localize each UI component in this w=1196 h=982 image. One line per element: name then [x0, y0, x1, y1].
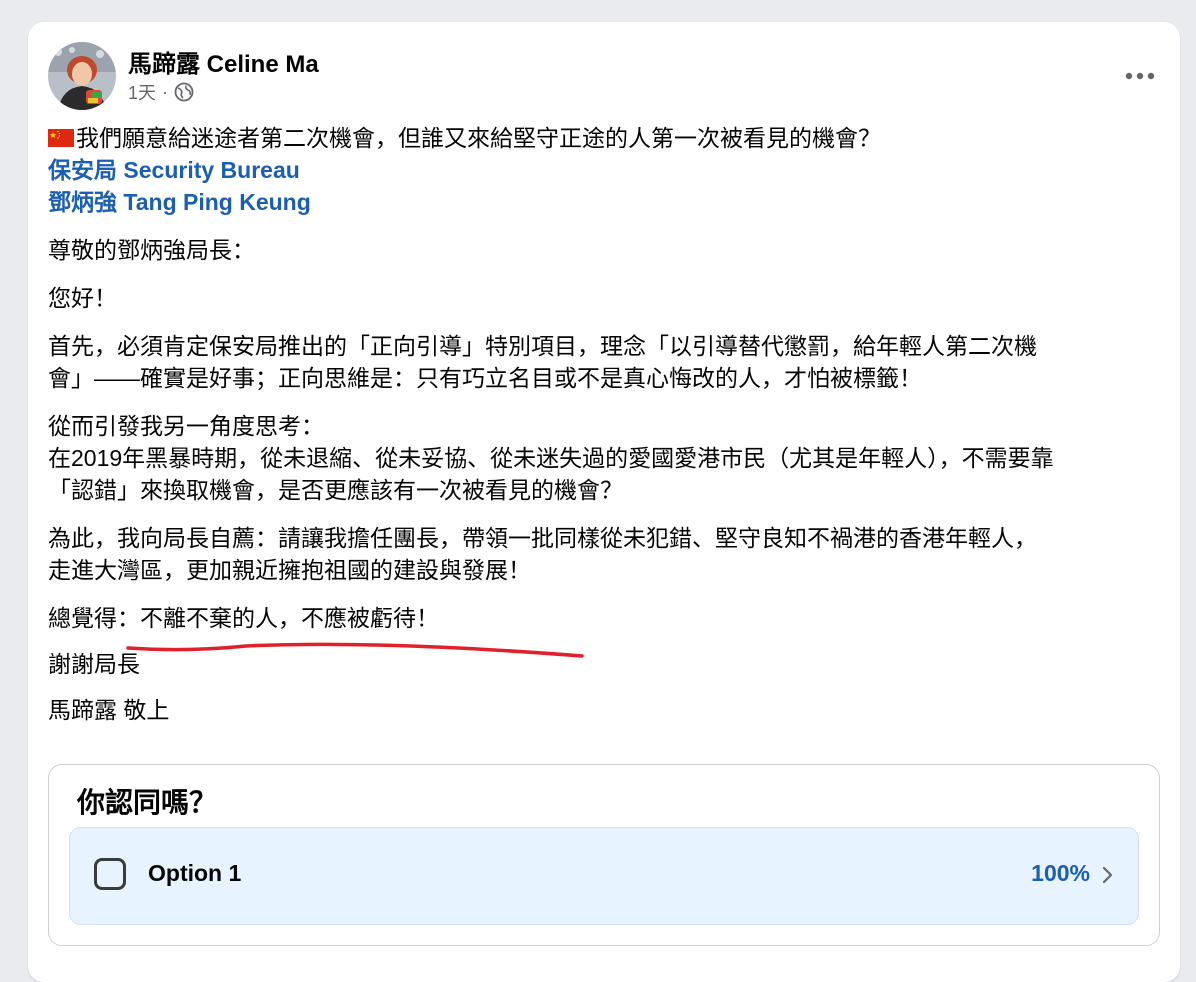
poll-option-percent: 100%: [1031, 860, 1090, 886]
china-flag-icon: [48, 129, 74, 147]
poll-option-label: Option 1: [148, 860, 242, 886]
paragraph-line: 從而引發我另一角度思考：: [48, 413, 324, 439]
paragraph-line: 為此，我向局長自薦：請讓我擔任團長，帶領一批同樣從未犯錯、堅守良知不禍港的香港年…: [48, 525, 1037, 551]
author-name[interactable]: 馬蹄露 Celine Ma: [128, 44, 319, 79]
tag-security-bureau[interactable]: 保安局 Security Bureau: [48, 157, 300, 183]
paragraph-3: 為此，我向局長自薦：請讓我擔任團長，帶領一批同樣從未犯錯、堅守良知不禍港的香港年…: [48, 522, 1160, 586]
paragraph-line: 會」——確實是好事；正向思維是：只有巧立名目或不是真心悔改的人，才怕被標籤！: [48, 365, 922, 391]
hello-text: 您好！: [48, 285, 117, 311]
poll-option-1[interactable]: Option 1 100%: [69, 827, 1139, 925]
paragraph-line: 在2019年黑暴時期，從未退縮、從未妥協、從未迷失過的愛國愛港市民（尤其是年輕人…: [48, 445, 1054, 471]
poll-question: 你認同嗎？: [77, 787, 218, 818]
meta-separator: ·: [162, 81, 169, 102]
post-title: 我們願意給迷途者第二次機會，但誰又來給堅守正途的人第一次被看見的機會？: [76, 125, 881, 151]
paragraph-line: 走進大灣區，更加親近擁抱祖國的建設與發展！: [48, 557, 531, 583]
paragraph-4: 總覺得：不離不棄的人，不應被虧待！: [48, 605, 439, 631]
poll-card: 你認同嗎？ Option 1 100%: [48, 764, 1160, 946]
paragraph-2: 從而引發我另一角度思考： 在2019年黑暴時期，從未退縮、從未妥協、從未迷失過的…: [48, 410, 1160, 506]
post-body: 我們願意給迷途者第二次機會，但誰又來給堅守正途的人第一次被看見的機會？ 保安局 …: [48, 122, 1160, 726]
paragraph-line: 首先，必須肯定保安局推出的「正向引導」特別項目，理念「以引導替代懲罰，給年輕人第…: [48, 333, 1037, 359]
post-header: 馬蹄露 Celine Ma 1天 ·: [48, 42, 1160, 114]
chevron-right-icon[interactable]: [1100, 864, 1116, 886]
paragraph-1: 首先，必須肯定保安局推出的「正向引導」特別項目，理念「以引導替代懲罰，給年輕人第…: [48, 330, 1160, 394]
post-meta: 1天 ·: [128, 80, 194, 104]
tag-tang-ping-keung[interactable]: 鄧炳強 Tang Ping Keung: [48, 189, 311, 215]
post-timestamp[interactable]: 1天: [128, 79, 156, 105]
poll-option-checkbox[interactable]: [94, 858, 126, 890]
more-horizontal-icon: [1125, 72, 1155, 80]
author-avatar[interactable]: [48, 42, 116, 110]
signature-text: 馬蹄露 敬上: [48, 697, 170, 723]
post-card: 馬蹄露 Celine Ma 1天 · 我們願意給迷途者第二次機會，但誰又來給堅守…: [28, 22, 1180, 982]
paragraph-line: 「認錯」來換取機會，是否更應該有一次被看見的機會？: [48, 477, 623, 503]
more-options-button[interactable]: [1120, 56, 1160, 96]
post-title-line: 我們願意給迷途者第二次機會，但誰又來給堅守正途的人第一次被看見的機會？: [48, 122, 1160, 154]
globe-icon[interactable]: [174, 82, 194, 102]
thanks-text: 謝謝局長: [48, 651, 140, 677]
greeting-text: 尊敬的鄧炳強局長：: [48, 237, 255, 263]
